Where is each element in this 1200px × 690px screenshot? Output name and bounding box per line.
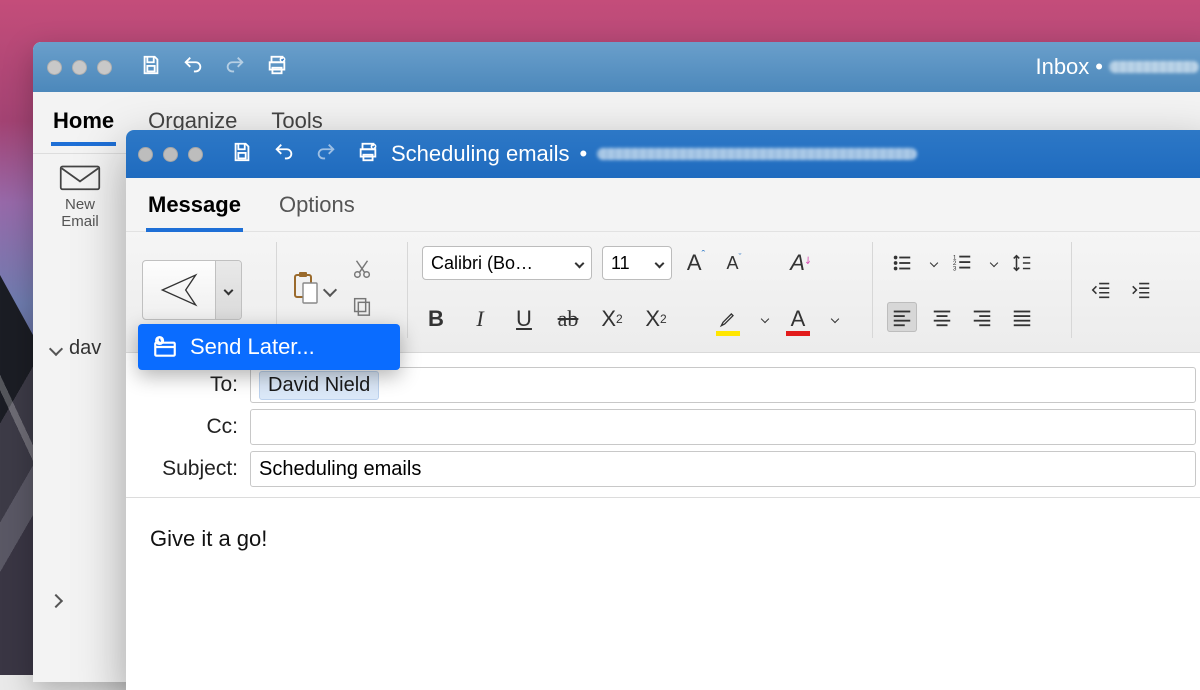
tab-options[interactable]: Options: [277, 186, 357, 231]
send-button[interactable]: [143, 261, 215, 319]
title-dot: •: [580, 141, 588, 167]
new-email-label-2: Email: [33, 213, 127, 230]
numbered-list-button[interactable]: 123: [947, 248, 977, 278]
tab-message[interactable]: Message: [146, 186, 243, 232]
chevron-down-icon: [49, 341, 63, 355]
print-icon[interactable]: [357, 141, 379, 168]
copy-icon[interactable]: [351, 295, 373, 322]
send-later-menu-item[interactable]: Send Later...: [138, 324, 400, 370]
svg-text:3: 3: [953, 265, 957, 272]
subscript-button[interactable]: X2: [598, 304, 626, 334]
body-text: Give it a go!: [150, 526, 267, 551]
line-spacing-button[interactable]: [1007, 248, 1037, 278]
align-left-button[interactable]: [887, 302, 917, 332]
compose-window: Scheduling emails • Message Options: [126, 130, 1200, 690]
font-size-combo[interactable]: 11: [602, 246, 672, 280]
font-size-value: 11: [611, 253, 630, 274]
close-icon[interactable]: [138, 147, 153, 162]
account-address-blurred: [1109, 61, 1199, 73]
send-split-button[interactable]: [142, 260, 242, 320]
subject-value: Scheduling emails: [259, 458, 421, 481]
highlight-color-button[interactable]: [714, 304, 742, 334]
underline-button[interactable]: U: [510, 304, 538, 334]
compose-titlebar: Scheduling emails •: [126, 130, 1200, 178]
account-row-collapsed[interactable]: [51, 593, 101, 609]
highlight-dropdown-icon[interactable]: [761, 315, 769, 323]
redo-icon[interactable]: [315, 141, 337, 168]
save-icon[interactable]: [140, 54, 162, 81]
shrink-font-icon[interactable]: Aˇ: [720, 248, 748, 278]
bullet-dropdown-icon[interactable]: [930, 259, 938, 267]
close-icon[interactable]: [47, 60, 62, 75]
subject-field[interactable]: Scheduling emails: [250, 451, 1196, 487]
font-family-combo[interactable]: Calibri (Bo…: [422, 246, 592, 280]
font-color-dropdown-icon[interactable]: [831, 315, 839, 323]
justify-button[interactable]: [1007, 302, 1037, 332]
send-dropdown[interactable]: [215, 261, 241, 319]
compose-headers: To: David Nield Cc: Subject: Scheduling …: [126, 353, 1200, 493]
italic-button[interactable]: I: [466, 304, 494, 334]
zoom-icon[interactable]: [188, 147, 203, 162]
folder-pane: dav: [51, 334, 101, 609]
recipient-chip[interactable]: David Nield: [259, 371, 379, 400]
to-field[interactable]: David Nield: [250, 367, 1196, 403]
minimize-icon[interactable]: [72, 60, 87, 75]
chevron-right-icon: [49, 594, 63, 608]
main-window-title: Inbox: [1035, 54, 1089, 80]
bold-button[interactable]: B: [422, 304, 450, 334]
increase-indent-button[interactable]: [1126, 275, 1156, 305]
paste-dropdown-icon[interactable]: [323, 283, 337, 297]
tab-home[interactable]: Home: [51, 102, 116, 146]
cc-label: Cc:: [146, 415, 238, 439]
save-icon[interactable]: [231, 141, 253, 168]
to-label: To:: [146, 373, 238, 397]
compose-address-blurred: [597, 148, 917, 160]
subject-label: Subject:: [146, 457, 238, 481]
minimize-icon[interactable]: [163, 147, 178, 162]
print-icon[interactable]: [266, 54, 288, 81]
undo-icon[interactable]: [182, 54, 204, 81]
account-row[interactable]: dav: [51, 334, 101, 363]
clear-formatting-icon[interactable]: A⭏: [786, 248, 814, 278]
account-name: dav: [69, 337, 101, 360]
new-email-label-1: New: [33, 196, 127, 213]
strikethrough-button[interactable]: ab: [554, 304, 582, 334]
bullet-list-button[interactable]: [887, 248, 917, 278]
align-center-button[interactable]: [927, 302, 957, 332]
compose-ribbon-tabs: Message Options: [126, 178, 1200, 232]
grow-font-icon[interactable]: Aˆ: [682, 248, 710, 278]
message-body[interactable]: Give it a go!: [126, 498, 1200, 580]
compose-title: Scheduling emails: [391, 141, 570, 167]
title-dot: •: [1095, 54, 1103, 80]
redo-icon[interactable]: [224, 54, 246, 81]
font-color-button[interactable]: A: [784, 304, 812, 334]
new-email-button[interactable]: New Email: [33, 154, 128, 237]
align-right-button[interactable]: [967, 302, 997, 332]
compose-ribbon: Calibri (Bo… 11 Aˆ Aˇ A⭏ B I U ab X2 X2: [126, 232, 1200, 353]
window-controls[interactable]: [47, 60, 112, 75]
zoom-icon[interactable]: [97, 60, 112, 75]
send-later-label: Send Later...: [190, 334, 315, 360]
cc-field[interactable]: [250, 409, 1196, 445]
compose-window-controls[interactable]: [138, 147, 203, 162]
font-family-value: Calibri (Bo…: [431, 253, 533, 274]
paste-icon[interactable]: [291, 271, 321, 310]
decrease-indent-button[interactable]: [1086, 275, 1116, 305]
main-titlebar: Inbox •: [33, 42, 1200, 92]
undo-icon[interactable]: [273, 141, 295, 168]
superscript-button[interactable]: X2: [642, 304, 670, 334]
cut-icon[interactable]: [351, 258, 373, 285]
numbered-dropdown-icon[interactable]: [990, 259, 998, 267]
